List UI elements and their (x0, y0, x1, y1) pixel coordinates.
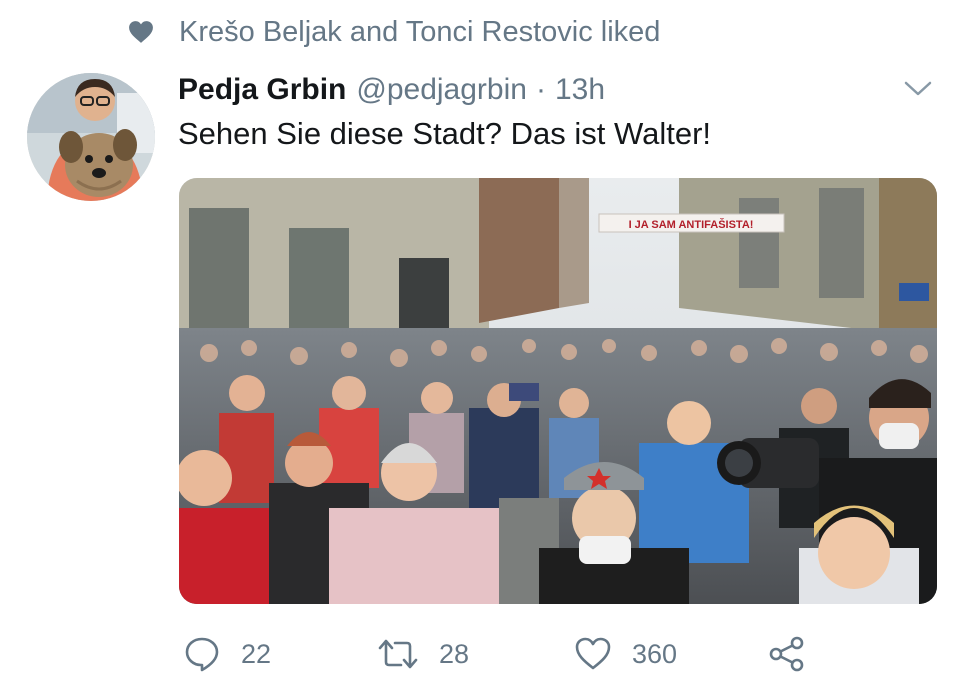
heart-icon (129, 21, 153, 43)
share-button[interactable] (768, 628, 806, 680)
header-separator: · (535, 73, 546, 106)
avatar-image (27, 73, 155, 201)
heart-outline-icon (575, 637, 611, 670)
avatar[interactable] (27, 73, 155, 201)
reply-count: 22 (241, 638, 272, 669)
retweet-button[interactable]: 28 (377, 628, 469, 680)
tweet-actions: 22 28 360 (0, 628, 960, 680)
banner-text: I JA SAM ANTIFAŠISTA! (629, 218, 754, 231)
reply-icon (185, 637, 219, 672)
reply-button[interactable]: 22 (183, 628, 271, 680)
retweet-icon (378, 639, 418, 669)
like-count: 360 (632, 638, 678, 669)
tweet-media[interactable]: I JA SAM ANTIFAŠISTA! (179, 178, 937, 604)
author-name[interactable]: Pedja Grbin (178, 73, 346, 107)
tweet-timestamp[interactable]: 13h (555, 73, 605, 107)
social-context-text: Krešo Beljak and Tonci Restovic liked (179, 15, 661, 48)
social-context[interactable]: Krešo Beljak and Tonci Restovic liked (128, 12, 660, 52)
more-options-button[interactable] (898, 75, 938, 103)
like-button[interactable]: 360 (574, 628, 677, 680)
tweet-header: Pedja Grbin @pedjagrbin · 13h (178, 70, 605, 110)
retweet-count: 28 (439, 638, 470, 669)
chevron-down-icon (904, 81, 932, 96)
share-icon (769, 636, 804, 672)
author-handle[interactable]: @pedjagrbin (356, 73, 527, 107)
tweet-text: Sehen Sie diese Stadt? Das ist Walter! (178, 116, 712, 151)
crowd-photo: I JA SAM ANTIFAŠISTA! (179, 178, 937, 604)
